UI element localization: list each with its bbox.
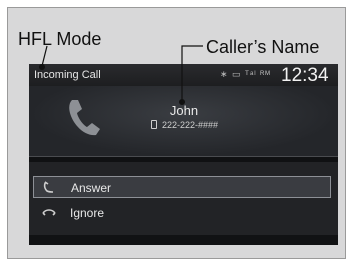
callout-leader-lines (39, 45, 203, 105)
